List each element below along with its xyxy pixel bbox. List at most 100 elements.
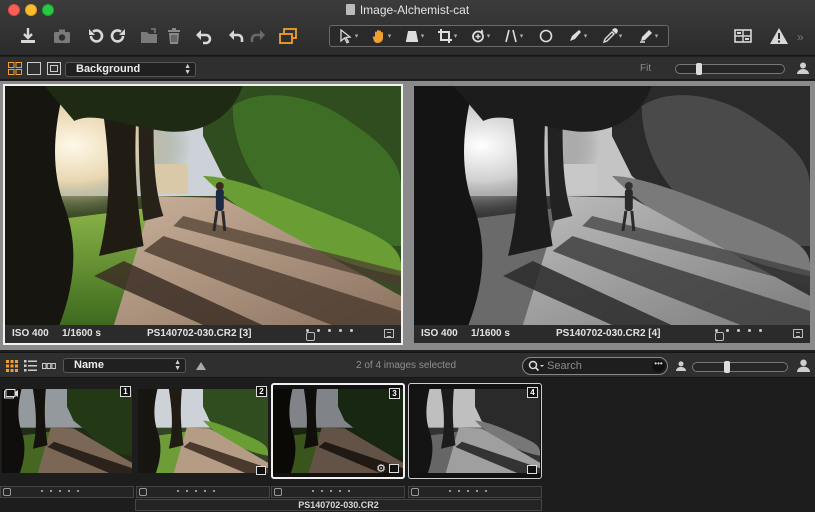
proof-margin-view-icon[interactable]: [47, 62, 61, 75]
zoom-slider[interactable]: [675, 63, 785, 75]
rating-dot[interactable]: [350, 329, 353, 332]
color-picker-tool[interactable]: ▾: [596, 26, 628, 46]
color-tag-checkbox[interactable]: [274, 488, 282, 496]
list-view-icon[interactable]: [24, 360, 37, 372]
color-tag-checkbox[interactable]: [139, 488, 147, 496]
adjustments-gear-icon[interactable]: ⚙: [376, 462, 386, 475]
rating-dot[interactable]: [59, 490, 61, 492]
rating-dot[interactable]: [186, 490, 188, 492]
rotate-left-icon[interactable]: [84, 24, 108, 48]
grid-view-icon[interactable]: [6, 360, 18, 372]
reset-adjustments-icon[interactable]: [192, 24, 216, 48]
rating-control[interactable]: [715, 329, 762, 341]
rating-dot[interactable]: [348, 490, 350, 492]
thumbnail-metadata-icon[interactable]: [389, 464, 399, 473]
undo-icon[interactable]: [224, 24, 248, 48]
rating-dot[interactable]: [177, 490, 179, 492]
filmstrip-view-icon[interactable]: [42, 361, 56, 371]
thumbnail-1[interactable]: 1: [0, 383, 134, 479]
rating-dot[interactable]: [485, 490, 487, 492]
background-select[interactable]: Background ▲ ▼: [65, 62, 196, 77]
rating-dot[interactable]: [748, 329, 751, 332]
single-view-icon[interactable]: [27, 62, 41, 75]
rating-dot[interactable]: [339, 490, 341, 492]
thumbnail-3-selected[interactable]: 3 ⚙: [271, 383, 405, 479]
keystone-lines-tool[interactable]: ▾: [497, 26, 529, 46]
multi-view-grid-icon[interactable]: [8, 62, 22, 75]
rating-dot[interactable]: [328, 329, 331, 332]
viewer-pane-primary[interactable]: ISO 400 1/1600 s PS140702-030.CR2 [3]: [3, 84, 403, 345]
color-tag-checkbox[interactable]: [411, 488, 419, 496]
rating-dot[interactable]: [195, 490, 197, 492]
rating-dot[interactable]: [50, 490, 52, 492]
thumbnail-size-knob[interactable]: [724, 361, 730, 373]
rating-dot[interactable]: [449, 490, 451, 492]
viewer-layout-icon[interactable]: [731, 24, 755, 48]
color-tag-checkbox[interactable]: [3, 488, 11, 496]
rating-dot[interactable]: [317, 329, 320, 332]
rating-dot[interactable]: [312, 490, 314, 492]
toolbar-overflow-chevron-icon[interactable]: »: [797, 30, 804, 44]
metadata-icon[interactable]: [384, 329, 394, 338]
rating-control[interactable]: [312, 490, 350, 492]
annotation-tool[interactable]: ▾: [632, 26, 664, 46]
viewer-pane-info-bar: ISO 400 1/1600 s PS140702-030.CR2 [3]: [5, 325, 401, 343]
rating-dot[interactable]: [467, 490, 469, 492]
rating-control[interactable]: [41, 490, 79, 492]
rating-dot[interactable]: [213, 490, 215, 492]
rotate-right-icon[interactable]: [106, 24, 130, 48]
trash-icon[interactable]: [162, 24, 186, 48]
rating-dot[interactable]: [458, 490, 460, 492]
user-profile-icon[interactable]: [797, 62, 809, 74]
rating-control[interactable]: [306, 329, 353, 341]
rating-dot[interactable]: [737, 329, 740, 332]
metadata-icon[interactable]: [793, 329, 803, 338]
rating-dot[interactable]: [726, 329, 729, 332]
rating-dot[interactable]: [204, 490, 206, 492]
zoom-slider-knob[interactable]: [696, 63, 702, 75]
camera-icon[interactable]: [50, 24, 74, 48]
brush-tool[interactable]: ▾: [561, 26, 593, 46]
sort-select[interactable]: Name ▲ ▼: [63, 358, 186, 373]
photo-park-runner-color[interactable]: [5, 86, 401, 325]
thumbnail-image[interactable]: [2, 389, 132, 473]
color-tag-checkbox[interactable]: [715, 332, 724, 341]
photo-park-runner-bw[interactable]: [414, 86, 810, 325]
rating-dot[interactable]: [330, 490, 332, 492]
rating-dot[interactable]: [321, 490, 323, 492]
thumbnail-image[interactable]: [138, 389, 268, 473]
fit-label[interactable]: Fit: [640, 63, 651, 74]
crop-tool[interactable]: ▾: [431, 26, 463, 46]
search-field[interactable]: Search •••: [522, 357, 668, 375]
import-download-icon[interactable]: [16, 24, 40, 48]
rating-dot[interactable]: [759, 329, 762, 332]
rating-dot[interactable]: [77, 490, 79, 492]
rotate-straighten-tool[interactable]: ▾: [464, 26, 496, 46]
thumbnail-size-slider[interactable]: [692, 361, 788, 373]
thumbnail-image[interactable]: [273, 389, 403, 473]
pan-hand-tool[interactable]: ▾: [365, 26, 397, 46]
thumbnail-4-selected[interactable]: 4: [408, 383, 542, 479]
variants-icon[interactable]: [276, 24, 300, 48]
rating-dot[interactable]: [339, 329, 342, 332]
search-options-icon[interactable]: •••: [652, 360, 665, 372]
thumbnail-metadata-icon[interactable]: [256, 466, 266, 475]
rating-control[interactable]: [177, 490, 215, 492]
thumbnail-metadata-icon[interactable]: [527, 465, 537, 474]
warning-icon[interactable]: [767, 24, 791, 48]
sort-direction-icon[interactable]: [196, 362, 206, 370]
keystone-tool[interactable]: ▾: [398, 26, 430, 46]
move-to-folder-icon[interactable]: [137, 24, 161, 48]
spot-removal-circle-tool[interactable]: [530, 26, 562, 46]
rating-dot[interactable]: [476, 490, 478, 492]
redo-icon[interactable]: [246, 24, 270, 48]
rating-control[interactable]: [449, 490, 487, 492]
rating-dot[interactable]: [41, 490, 43, 492]
search-icon[interactable]: [528, 360, 544, 372]
color-tag-checkbox[interactable]: [306, 332, 315, 341]
thumbnail-2[interactable]: 2: [136, 383, 270, 479]
thumbnail-image[interactable]: [410, 389, 540, 473]
select-tool[interactable]: ▾: [332, 26, 364, 46]
viewer-pane-secondary[interactable]: ISO 400 1/1600 s PS140702-030.CR2 [4]: [412, 84, 812, 345]
rating-dot[interactable]: [68, 490, 70, 492]
